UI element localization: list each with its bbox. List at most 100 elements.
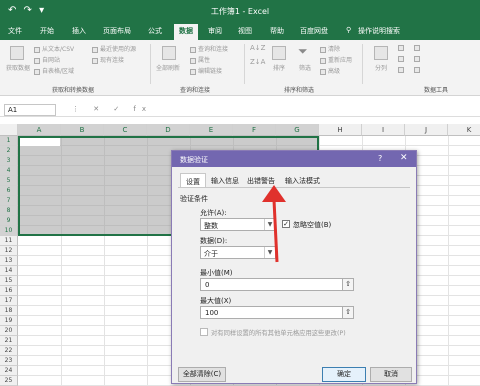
existing-connections-button[interactable]: 现有连接 [92,55,124,64]
row-header-7[interactable]: 7 [0,196,18,206]
clear-button[interactable]: 清除 [320,44,340,53]
clear-icon [320,46,326,53]
column-header-h[interactable]: H [319,124,362,136]
column-header-c[interactable]: C [104,124,147,136]
row-header-3[interactable]: 3 [0,156,18,166]
apply-all-checkbox[interactable] [200,328,208,336]
tab-data[interactable]: 数据 [174,24,198,40]
name-box[interactable]: A1 [4,104,56,116]
tab-formulas[interactable]: 公式 [148,26,162,36]
column-header-a[interactable]: A [18,124,61,136]
title-bar: ↶ ↷ ▾ 工作簿1 - Excel [0,0,480,22]
column-header-k[interactable]: K [448,124,480,136]
row-header-10[interactable]: 10 [0,226,18,236]
cancel-button[interactable]: 取消 [370,367,412,382]
select-all-corner[interactable] [0,124,18,136]
text-to-columns-button[interactable]: 分列 [375,63,387,72]
relationships-button[interactable] [414,55,422,62]
formula-bar-icons[interactable]: ⋮ ✕ ✓ fx [72,105,152,113]
tab-ime-mode[interactable]: 输入法模式 [280,173,325,187]
row-header-1[interactable]: 1 [0,136,18,146]
flash-fill-button[interactable] [398,44,406,51]
data-select[interactable]: 介于 ▼ [200,246,276,259]
row-header-2[interactable]: 2 [0,146,18,156]
clear-all-button[interactable]: 全部清除(C) [178,367,226,382]
row-header-15[interactable]: 15 [0,276,18,286]
column-header-e[interactable]: E [190,124,233,136]
group-label-get-transform: 获取和转换数据 [52,87,95,94]
min-value-input[interactable]: 0 [200,278,350,291]
links-icon [190,68,196,75]
row-header-18[interactable]: 18 [0,306,18,316]
row-header-23[interactable]: 23 [0,356,18,366]
properties-button[interactable]: 属性 [190,55,210,64]
column-header-f[interactable]: F [233,124,276,136]
row-header-16[interactable]: 16 [0,286,18,296]
row-header-25[interactable]: 25 [0,376,18,386]
row-header-17[interactable]: 17 [0,296,18,306]
filter-button[interactable]: 筛选 [299,63,311,72]
tab-home[interactable]: 开始 [40,26,54,36]
sort-button[interactable]: 排序 [273,63,285,72]
range-select-icon[interactable]: ⇧ [342,278,354,291]
get-data-button[interactable]: 获取数据 [6,63,30,72]
consolidate-button[interactable] [414,44,422,51]
tab-file[interactable]: 文件 [8,26,22,36]
tab-help[interactable]: 帮助 [270,26,284,36]
row-header-8[interactable]: 8 [0,206,18,216]
column-header-g[interactable]: G [276,124,319,136]
ok-button[interactable]: 确定 [322,367,366,382]
row-header-11[interactable]: 11 [0,236,18,246]
row-header-5[interactable]: 5 [0,176,18,186]
column-header-i[interactable]: I [362,124,405,136]
row-header-6[interactable]: 6 [0,186,18,196]
tell-me-search[interactable]: 操作说明搜索 [358,26,400,36]
active-cell[interactable] [20,138,60,146]
allow-label: 允许(A): [200,209,227,217]
row-header-9[interactable]: 9 [0,216,18,226]
row-header-19[interactable]: 19 [0,316,18,326]
row-header-24[interactable]: 24 [0,366,18,376]
recent-sources-button[interactable]: 最近使用的源 [92,44,136,53]
from-text-csv-button[interactable]: 从文本/CSV [34,44,74,53]
allow-select[interactable]: 整数 ▼ [200,218,276,231]
tab-error-alert[interactable]: 出错警告 [242,173,280,187]
reapply-button[interactable]: 重新应用 [320,55,352,64]
row-header-4[interactable]: 4 [0,166,18,176]
refresh-all-button[interactable]: 全部刷新 [156,63,180,72]
sort-az-icon[interactable]: A↓Z [250,44,265,52]
sort-za-icon[interactable]: Z↓A [250,58,265,66]
row-header-14[interactable]: 14 [0,266,18,276]
tab-baidu-netdisk[interactable]: 百度网盘 [300,26,328,36]
queries-connections-button[interactable]: 查询和连接 [190,44,228,53]
range-select-icon[interactable]: ⇧ [342,306,354,319]
column-header-d[interactable]: D [147,124,190,136]
row-header-12[interactable]: 12 [0,246,18,256]
from-web-button[interactable]: 自网站 [34,55,60,64]
tab-input-message[interactable]: 输入信息 [206,173,244,187]
max-value-input[interactable]: 100 [200,306,350,319]
column-header-j[interactable]: J [405,124,448,136]
tab-page-layout[interactable]: 页面布局 [103,26,131,36]
edit-links-button[interactable]: 编辑链接 [190,66,222,75]
tab-view[interactable]: 视图 [238,26,252,36]
column-header-b[interactable]: B [61,124,104,136]
ignore-blank-label: 忽略空值(B) [293,221,332,229]
manage-data-model-button[interactable] [414,66,422,73]
data-validation-button[interactable] [398,66,406,73]
close-icon[interactable]: ✕ [400,153,408,163]
row-header-22[interactable]: 22 [0,346,18,356]
tab-review[interactable]: 审阅 [208,26,222,36]
tab-insert[interactable]: 插入 [72,26,86,36]
from-table-button[interactable]: 自表格/区域 [34,66,74,75]
ignore-blank-checkbox[interactable]: ✓ [282,220,290,228]
row-header-20[interactable]: 20 [0,326,18,336]
row-header-13[interactable]: 13 [0,256,18,266]
tab-settings[interactable]: 设置 [180,173,206,187]
help-icon[interactable]: ? [378,154,382,163]
advanced-button[interactable]: 高级 [320,66,340,75]
ribbon-separator [150,44,151,84]
validation-criteria-heading: 验证条件 [180,195,208,203]
remove-duplicates-button[interactable] [398,55,406,62]
row-header-21[interactable]: 21 [0,336,18,346]
